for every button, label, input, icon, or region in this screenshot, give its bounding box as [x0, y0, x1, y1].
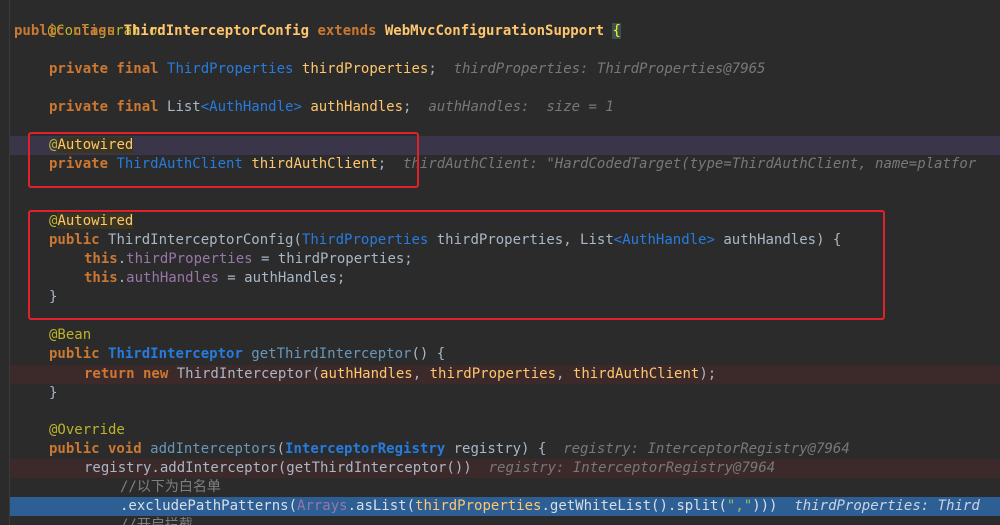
keyword: private final — [49, 99, 168, 115]
code-line[interactable]: public class ThirdInterceptorConfig exte… — [14, 22, 621, 41]
semicolon: ; — [403, 99, 412, 115]
code-line[interactable]: public void addInterceptors(InterceptorR… — [49, 440, 850, 459]
keyword: public class — [14, 23, 124, 39]
code-line[interactable]: private final ThirdProperties thirdPrope… — [49, 60, 766, 79]
code-line[interactable]: //开启拦截 — [120, 516, 193, 525]
code-line[interactable]: public ThirdInterceptor getThirdIntercep… — [49, 345, 445, 364]
comma: , — [412, 366, 430, 382]
method-name: addInterceptors — [150, 441, 277, 457]
constructor-call: ThirdInterceptor( — [176, 366, 321, 382]
keyword: return new — [84, 366, 177, 382]
closing-brace: } — [49, 385, 58, 401]
class-name: ThirdInterceptorConfig — [123, 23, 310, 39]
type-name: ThirdInterceptor — [108, 346, 243, 362]
type-name: List — [167, 99, 201, 115]
method-call: .excludePathPatterns( — [120, 498, 298, 514]
code-line[interactable]: return new ThirdInterceptor(authHandles,… — [84, 365, 716, 384]
field-ref: thirdProperties — [415, 498, 542, 514]
code-line[interactable]: @Bean — [49, 326, 91, 345]
semicolon: ; — [428, 61, 437, 77]
comma: , — [556, 366, 573, 382]
highlight-box-field-injection — [28, 132, 419, 188]
method-paren: () { — [411, 346, 446, 362]
class-ref: Arrays — [297, 498, 348, 514]
debug-inline-hint: registry: InterceptorRegistry@7964 — [488, 460, 776, 476]
keyword: public void — [49, 441, 151, 457]
keyword: extends — [309, 23, 385, 39]
code-line[interactable]: .excludePathPatterns(Arrays.asList(third… — [120, 497, 980, 516]
code-line[interactable]: @Override — [49, 421, 125, 440]
highlight-box-constructor-injection — [28, 210, 885, 320]
param: registry) { — [445, 441, 547, 457]
keyword: public — [49, 346, 109, 362]
field-name: authHandles — [310, 99, 404, 115]
gutter-divider — [9, 0, 10, 525]
field-name: thirdProperties — [301, 61, 429, 77]
arg: thirdAuthClient — [572, 366, 700, 382]
arg: authHandles — [320, 366, 413, 382]
keyword: private final — [49, 61, 168, 77]
comment: //以下为白名单 — [120, 479, 221, 495]
type-name: InterceptorRegistry — [285, 441, 446, 457]
paren-end: ); — [699, 366, 717, 382]
code-line[interactable]: @Configuration — [14, 3, 166, 39]
code-line[interactable]: private final List<AuthHandle> authHandl… — [49, 98, 614, 117]
method-name: getThirdInterceptor — [242, 346, 412, 362]
code-editor[interactable]: @Configuration public class ThirdInterce… — [0, 0, 1000, 525]
debug-inline-hint: thirdAuthClient: "HardCodedTarget(type=T… — [403, 156, 977, 172]
paren: ( — [276, 441, 286, 457]
code-line[interactable]: //以下为白名单 — [120, 478, 221, 497]
brace-match: { — [612, 23, 621, 39]
debug-inline-hint: thirdProperties: Third — [794, 498, 980, 514]
method-call: .asList( — [347, 498, 416, 514]
annotation-override: @Override — [49, 422, 125, 438]
annotation-bean: @Bean — [49, 327, 92, 343]
debug-inline-hint: authHandles: size = 1 — [428, 99, 614, 115]
parent-class-name: WebMvcConfigurationSupport — [384, 23, 605, 39]
method-call: .getWhiteList().split( — [541, 498, 727, 514]
method-chain: registry.addInterceptor(getThirdIntercep… — [84, 460, 472, 476]
code-line[interactable]: registry.addInterceptor(getThirdIntercep… — [84, 459, 775, 478]
type-name: ThirdProperties — [167, 61, 294, 77]
paren-end: ))) — [752, 498, 778, 514]
code-line[interactable]: } — [49, 384, 57, 403]
generic-type: <AuthHandle> — [200, 99, 302, 115]
comment: //开启拦截 — [120, 517, 193, 525]
debug-inline-hint: registry: InterceptorRegistry@7964 — [563, 441, 850, 457]
debug-inline-hint: thirdProperties: ThirdProperties@7965 — [453, 61, 766, 77]
arg: thirdProperties — [429, 366, 557, 382]
string-literal: "," — [726, 498, 753, 514]
